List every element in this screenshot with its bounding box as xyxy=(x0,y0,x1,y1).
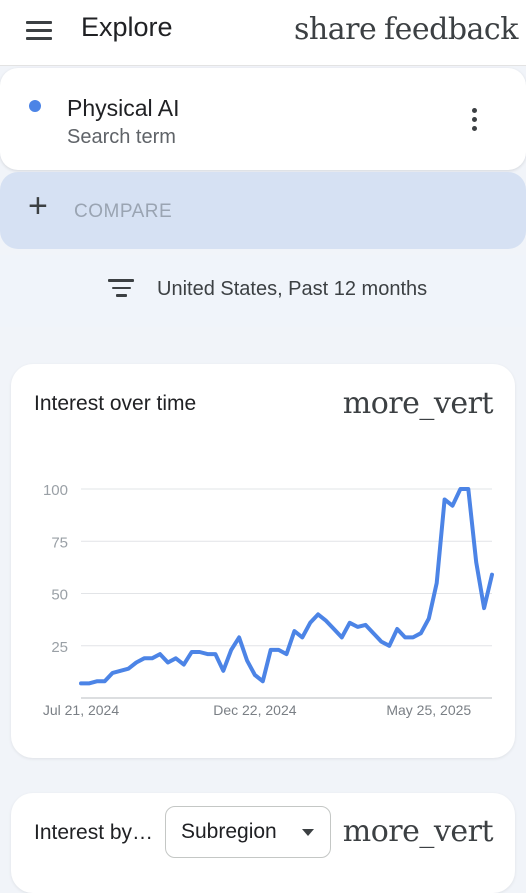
chevron-down-icon xyxy=(302,829,314,836)
more-vert-icon[interactable]: more_vert xyxy=(343,814,494,849)
page-title: Explore xyxy=(81,12,173,42)
feedback-icon[interactable]: feedback xyxy=(384,12,518,47)
series-line xyxy=(79,487,494,686)
interest-line-chart: 25 50 75 100 Jul 21, 2024 Dec 22, 2024 May 25,… xyxy=(43,482,494,718)
menu-icon[interactable] xyxy=(26,21,52,41)
region-select-value: Subregion xyxy=(181,820,277,843)
y-tick-label: 50 xyxy=(51,587,68,604)
card-title: Interest by… xyxy=(34,821,154,844)
x-tick-label: May 25, 2025 xyxy=(386,702,471,718)
filter-text: United States, Past 12 months xyxy=(157,278,428,300)
interest-over-time-card: Interest over time more_vert 25 50 75 100 Ju… xyxy=(11,364,515,758)
y-tick-label: 75 xyxy=(51,534,68,551)
app-header: Explore share feedback xyxy=(0,0,526,66)
plus-icon: + xyxy=(28,187,48,225)
search-term-name: Physical AI xyxy=(67,95,180,121)
compare-button[interactable]: + COMPARE xyxy=(0,172,526,249)
search-term-card[interactable]: Physical AI Search term xyxy=(0,68,526,170)
compare-label: COMPARE xyxy=(74,201,173,222)
interest-by-region-card: Interest by… Subregion more_vert xyxy=(11,793,515,893)
series-color-dot xyxy=(29,100,41,112)
y-tick-label: 100 xyxy=(43,482,68,499)
filter-summary[interactable]: United States, Past 12 months xyxy=(0,255,526,327)
x-tick-label: Dec 22, 2024 xyxy=(213,702,296,718)
more-vert-icon[interactable] xyxy=(466,108,482,134)
filter-list-icon xyxy=(108,279,134,299)
y-tick-label: 25 xyxy=(51,639,68,656)
share-icon[interactable]: share xyxy=(294,12,377,47)
search-term-type: Search term xyxy=(67,126,176,148)
x-tick-label: Jul 21, 2024 xyxy=(43,702,119,718)
region-select[interactable]: Subregion xyxy=(165,806,331,858)
